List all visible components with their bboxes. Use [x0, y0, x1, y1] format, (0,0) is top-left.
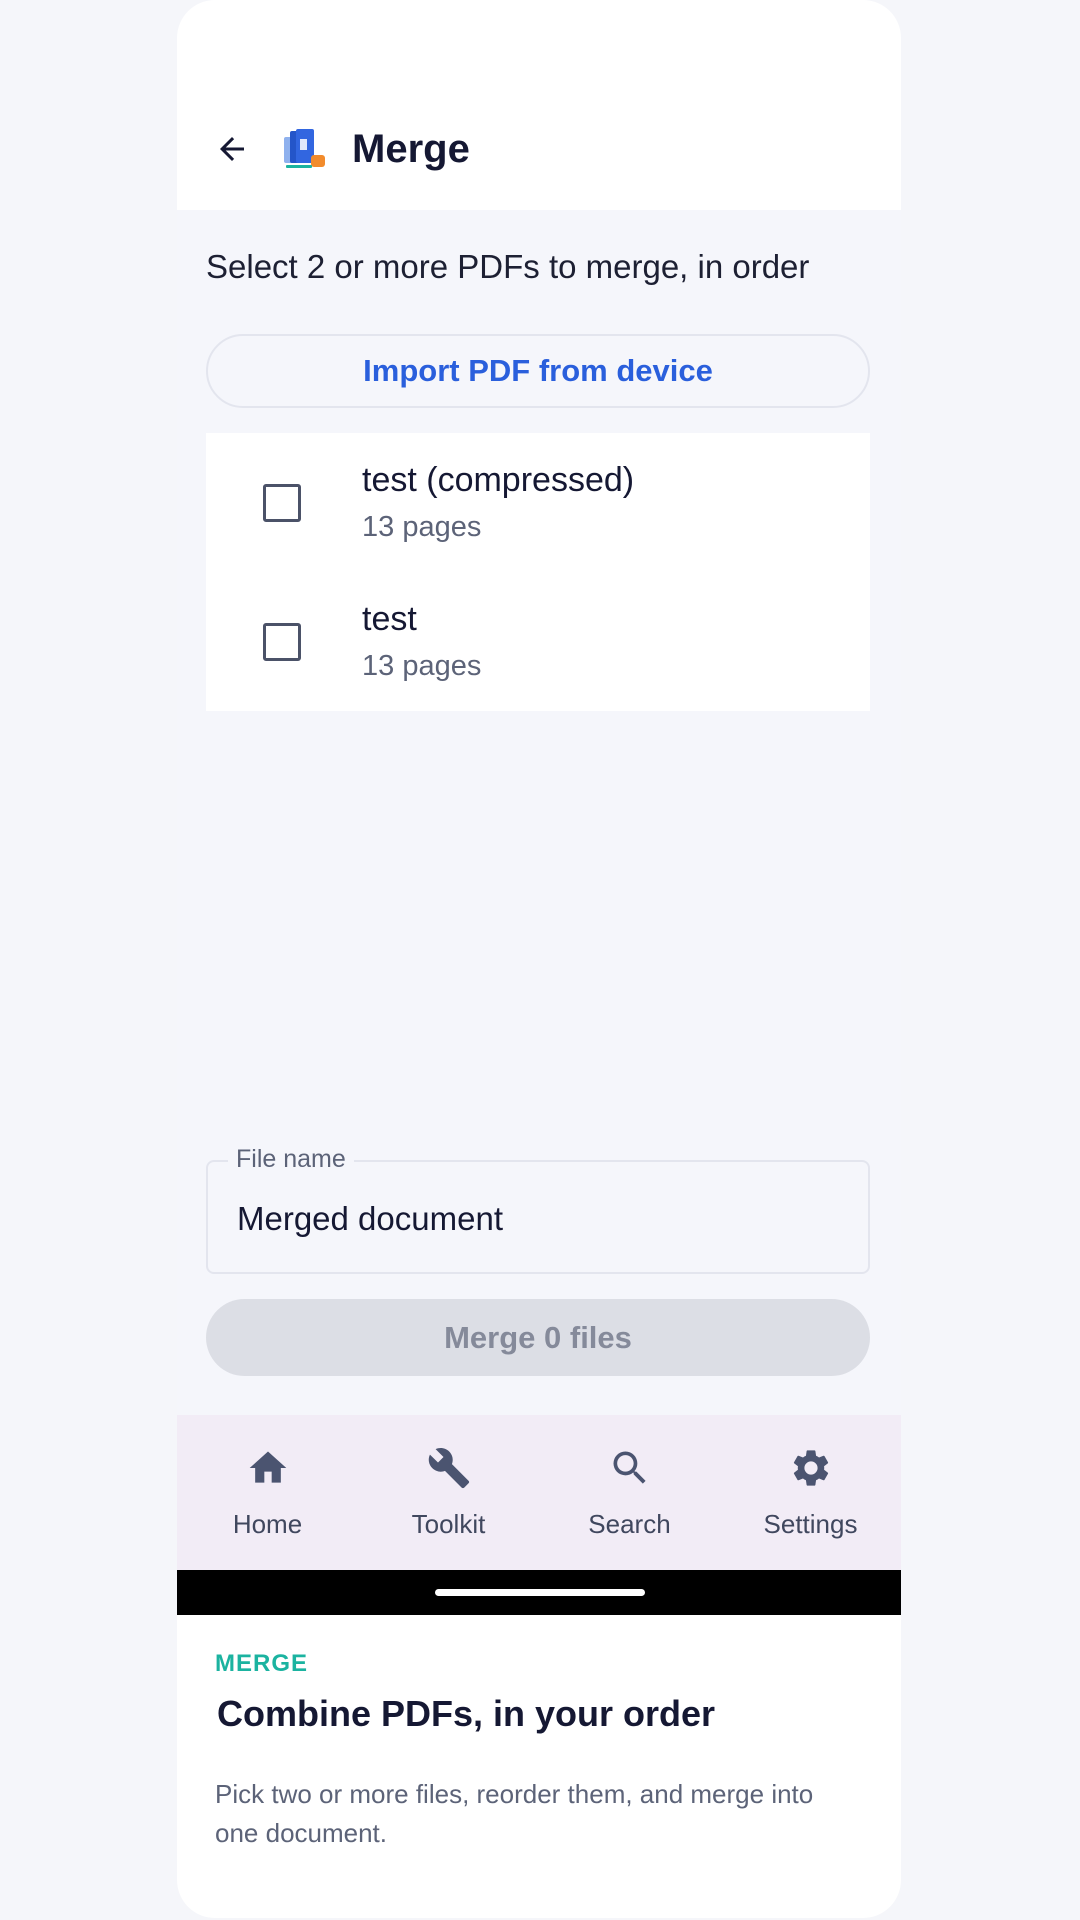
- app-logo-icon: [280, 125, 328, 173]
- file-name-input[interactable]: [237, 1198, 837, 1240]
- nav-item-home[interactable]: Home: [177, 1415, 358, 1570]
- file-checkbox[interactable]: [263, 484, 301, 522]
- file-page-count: 13 pages: [362, 511, 482, 543]
- app-screen: Merge Select 2 or more PDFs to merge, in…: [177, 0, 901, 1918]
- bottom-navigation: Home Toolkit Search Settings: [177, 1415, 901, 1570]
- feature-caption: MERGE Combine PDFs, in your order Pick t…: [177, 1615, 901, 1918]
- nav-item-settings[interactable]: Settings: [720, 1415, 901, 1570]
- list-item[interactable]: test (compressed) 13 pages: [206, 433, 870, 572]
- list-item[interactable]: test 13 pages: [206, 572, 870, 711]
- file-name: test: [362, 600, 417, 638]
- file-checkbox[interactable]: [263, 623, 301, 661]
- back-button[interactable]: [207, 124, 257, 174]
- top-app-bar: Merge: [177, 88, 901, 210]
- arrow-left-icon: [220, 137, 244, 161]
- nav-label: Settings: [763, 1509, 858, 1539]
- nav-label: Toolkit: [411, 1509, 486, 1539]
- caption-heading: Combine PDFs, in your order: [217, 1693, 716, 1734]
- search-icon: [607, 1445, 653, 1491]
- caption-body: Pick two or more files, reorder them, an…: [215, 1779, 814, 1848]
- file-name-label: File name: [228, 1142, 354, 1176]
- file-page-count: 13 pages: [362, 650, 482, 682]
- home-gesture-handle[interactable]: [435, 1589, 645, 1596]
- file-name-field[interactable]: File name: [206, 1142, 870, 1274]
- file-name: test (compressed): [362, 461, 635, 499]
- merge-button[interactable]: Merge 0 files: [206, 1299, 870, 1376]
- home-icon: [245, 1445, 291, 1491]
- file-list: test (compressed) 13 pages test 13 pages: [206, 433, 870, 711]
- instructions-text: Select 2 or more PDFs to merge, in order: [206, 248, 810, 285]
- wrench-icon: [426, 1445, 472, 1491]
- nav-item-toolkit[interactable]: Toolkit: [358, 1415, 539, 1570]
- nav-item-search[interactable]: Search: [539, 1415, 720, 1570]
- gear-icon: [788, 1445, 834, 1491]
- nav-label: Home: [232, 1509, 303, 1539]
- page-title: Merge: [352, 127, 470, 171]
- nav-label: Search: [588, 1509, 671, 1539]
- import-pdf-button[interactable]: Import PDF from device: [206, 334, 870, 408]
- caption-kicker: MERGE: [215, 1650, 309, 1677]
- system-gesture-bar: [177, 1570, 901, 1615]
- status-bar: [177, 0, 901, 88]
